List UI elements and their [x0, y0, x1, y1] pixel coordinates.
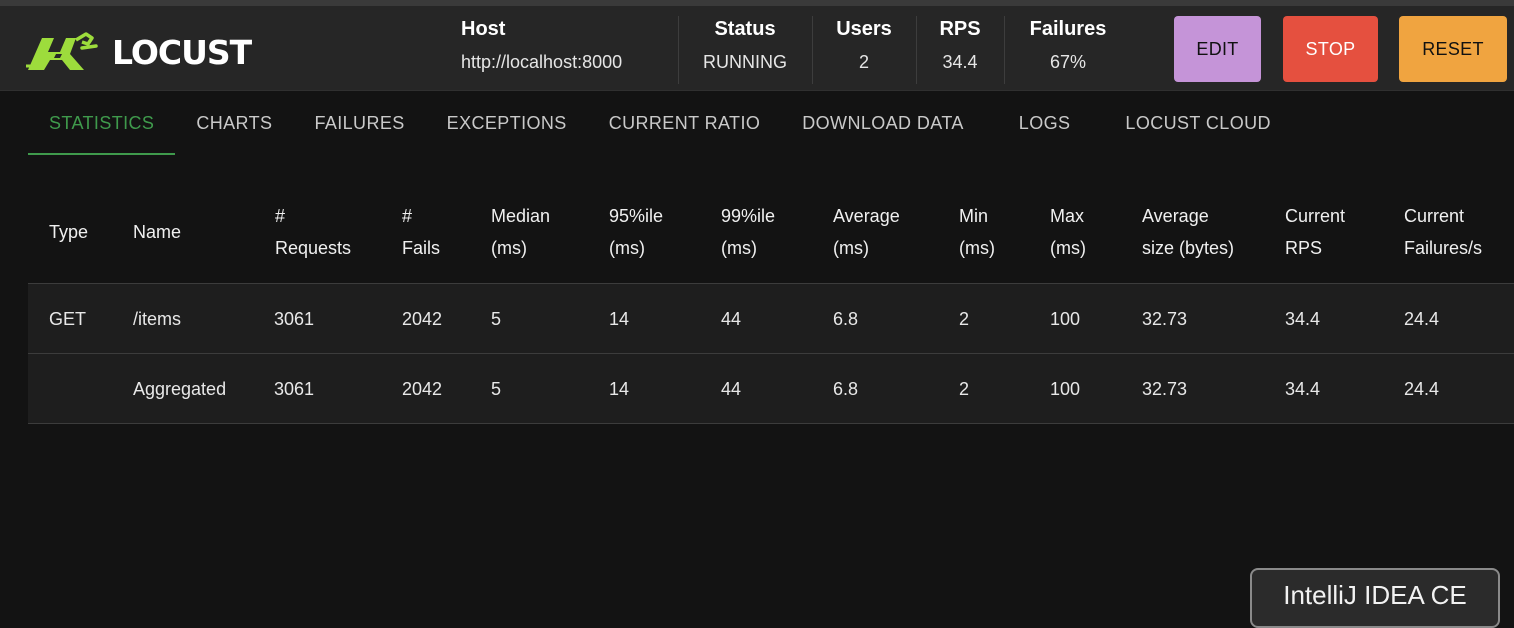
cell-average-size: 32.73 — [1142, 308, 1188, 329]
locust-logo-icon — [26, 32, 98, 72]
tab-failures[interactable]: FAILURES — [293, 92, 425, 155]
failures-stat: Failures 67% — [1022, 16, 1114, 84]
users-stat: Users 2 — [830, 16, 898, 84]
table-row-aggregated: Aggregated 3061 2042 5 14 44 6.8 2 100 3… — [28, 354, 1514, 424]
tab-bar: STATISTICS CHARTS FAILURES EXCEPTIONS CU… — [28, 92, 1292, 155]
host-stat: Host http://localhost:8000 — [461, 16, 622, 84]
host-value: http://localhost:8000 — [461, 52, 623, 72]
divider — [1004, 16, 1005, 84]
cell-fails: 2042 — [402, 378, 443, 399]
rps-label: RPS — [939, 18, 981, 40]
tab-charts[interactable]: CHARTS — [175, 92, 293, 155]
divider — [678, 16, 679, 84]
cell-requests: 3061 — [274, 378, 315, 399]
column-header-fails[interactable]: # Fails — [402, 200, 440, 264]
cell-name: Aggregated — [133, 378, 227, 399]
cell-fails: 2042 — [402, 308, 443, 329]
status-label: Status — [714, 18, 776, 40]
column-header-type[interactable]: Type — [49, 216, 88, 248]
cell-name: /items — [133, 308, 182, 329]
stop-button[interactable]: STOP — [1283, 16, 1378, 82]
host-label: Host — [461, 18, 506, 40]
reset-button[interactable]: RESET — [1399, 16, 1507, 82]
column-header-current-failures[interactable]: Current Failures/s — [1404, 200, 1482, 264]
divider — [812, 16, 813, 84]
table-header: Type Name # Requests # Fails Median (ms) 95… — [28, 180, 1514, 284]
cell-median: 5 — [491, 378, 502, 399]
cell-min: 2 — [959, 308, 970, 329]
cell-99ile: 44 — [721, 378, 742, 399]
divider — [916, 16, 917, 84]
column-header-average-size[interactable]: Average size (bytes) — [1142, 200, 1234, 264]
users-value: 2 — [858, 52, 869, 72]
cell-current-failures: 24.4 — [1404, 378, 1440, 399]
cell-current-failures: 24.4 — [1404, 308, 1440, 329]
dock-tooltip: IntelliJ IDEA CE — [1250, 568, 1500, 628]
column-header-95ile[interactable]: 95%ile (ms) — [609, 200, 663, 264]
users-label: Users — [836, 18, 892, 40]
cell-95ile: 14 — [609, 378, 630, 399]
column-header-average[interactable]: Average (ms) — [833, 200, 900, 264]
statistics-table: Type Name # Requests # Fails Median (ms) 95… — [28, 180, 1514, 424]
tab-current-ratio[interactable]: CURRENT RATIO — [588, 92, 782, 155]
cell-current-rps: 34.4 — [1285, 308, 1321, 329]
status-value: RUNNING — [703, 52, 787, 72]
rps-value: 34.4 — [942, 52, 978, 72]
column-header-min[interactable]: Min (ms) — [959, 200, 995, 264]
cell-requests: 3061 — [274, 308, 315, 329]
column-header-median[interactable]: Median (ms) — [491, 200, 550, 264]
cell-95ile: 14 — [609, 308, 630, 329]
column-header-max[interactable]: Max (ms) — [1050, 200, 1086, 264]
cell-99ile: 44 — [721, 308, 742, 329]
status-stat: Status RUNNING — [700, 16, 790, 84]
edit-button[interactable]: EDIT — [1174, 16, 1261, 82]
tab-statistics[interactable]: STATISTICS — [28, 92, 176, 155]
failures-value: 67% — [1049, 52, 1087, 72]
tab-exceptions[interactable]: EXCEPTIONS — [426, 92, 588, 155]
cell-median: 5 — [491, 308, 502, 329]
cell-max: 100 — [1050, 378, 1081, 399]
cell-min: 2 — [959, 378, 970, 399]
cell-average-size: 32.73 — [1142, 378, 1188, 399]
cell-max: 100 — [1050, 308, 1081, 329]
cell-average: 6.8 — [833, 308, 859, 329]
column-header-requests[interactable]: # Requests — [275, 200, 351, 264]
cell-current-rps: 34.4 — [1285, 378, 1321, 399]
header-bar: LOCUST Host http://localhost:8000 Status… — [0, 6, 1514, 91]
failures-label: Failures — [1029, 18, 1107, 40]
rps-stat: RPS 34.4 — [932, 16, 988, 84]
cell-average: 6.8 — [833, 378, 859, 399]
logo-text: LOCUST — [112, 32, 252, 72]
tab-logs[interactable]: LOGS — [998, 92, 1105, 155]
tab-download-data[interactable]: DOWNLOAD DATA — [781, 92, 998, 155]
table-row: GET /items 3061 2042 5 14 44 6.8 2 100 3… — [28, 284, 1514, 354]
cell-type: GET — [49, 308, 87, 329]
locust-logo[interactable]: LOCUST — [26, 30, 252, 74]
column-header-current-rps[interactable]: Current RPS — [1285, 200, 1345, 264]
column-header-99ile[interactable]: 99%ile (ms) — [721, 200, 775, 264]
column-header-name[interactable]: Name — [133, 216, 181, 248]
tab-locust-cloud[interactable]: LOCUST CLOUD — [1104, 92, 1292, 155]
